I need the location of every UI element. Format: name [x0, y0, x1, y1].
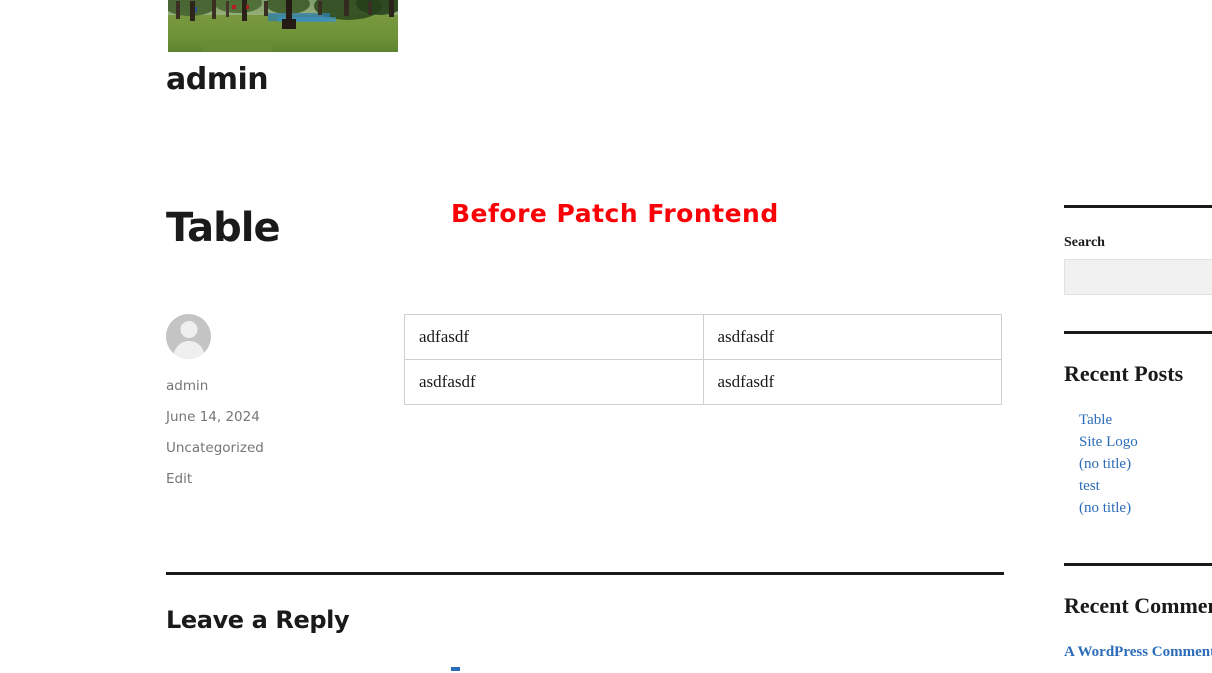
entry-content: adfasdf asdfasdf asdfasdf asdfasdf — [404, 314, 1004, 405]
avatar — [166, 314, 211, 359]
recent-post-link[interactable]: (no title) — [1079, 456, 1131, 472]
recent-posts-list: Table Site Logo (no title) test (no titl… — [1064, 409, 1212, 519]
list-item: Table — [1079, 409, 1212, 431]
recent-comments-list: A WordPress Commenter — [1064, 641, 1212, 663]
leave-a-reply-heading: Leave a Reply — [166, 606, 350, 634]
widget-search: Search — [1064, 205, 1212, 295]
comments-area: Leave a Reply — [166, 572, 1004, 671]
recent-post-link[interactable]: test — [1079, 478, 1100, 494]
park-trees-photo — [168, 0, 398, 52]
main-content: Table admin June 14, 2024 Uncategorized … — [166, 205, 1004, 487]
table-cell: asdfasdf — [702, 314, 1002, 360]
search-input[interactable] — [1064, 259, 1212, 295]
sidebar: Search Recent Posts Table Site Logo (no … — [1064, 205, 1212, 673]
entry-body: admin June 14, 2024 Uncategorized Edit a… — [166, 314, 1004, 487]
table-row: asdfasdf asdfasdf — [404, 359, 1002, 405]
recent-post-link[interactable]: Site Logo — [1079, 434, 1138, 450]
list-item: (no title) — [1079, 453, 1212, 475]
meta-category: Uncategorized — [166, 439, 381, 459]
recent-post-link[interactable]: Table — [1079, 412, 1112, 428]
site-title[interactable]: admin — [166, 62, 269, 98]
table-cell: adfasdf — [404, 314, 704, 360]
recent-comments-title: Recent Comments — [1064, 593, 1212, 618]
list-item: A WordPress Commenter — [1064, 641, 1212, 663]
recent-posts-title: Recent Posts — [1064, 361, 1184, 386]
list-item: (no title) — [1079, 497, 1212, 519]
meta-date: June 14, 2024 — [166, 408, 381, 428]
widget-divider — [1064, 563, 1212, 566]
table-cell: asdfasdf — [702, 359, 1002, 405]
recent-post-link[interactable]: (no title) — [1079, 500, 1131, 516]
search-label: Search — [1064, 235, 1105, 250]
category-link[interactable]: Uncategorized — [166, 440, 264, 456]
widget-divider — [1064, 331, 1212, 334]
cancel-reply-link-clipped[interactable] — [451, 667, 460, 671]
widget-recent-comments: Recent Comments A WordPress Commenter — [1064, 563, 1212, 663]
list-item: test — [1079, 475, 1212, 497]
author-link[interactable]: admin — [166, 378, 208, 394]
page-title: Table — [166, 205, 281, 251]
meta-edit: Edit — [166, 470, 381, 490]
table-cell: asdfasdf — [404, 359, 704, 405]
widget-divider — [1064, 205, 1212, 208]
widget-recent-posts: Recent Posts Table Site Logo (no title) … — [1064, 331, 1212, 519]
comment-author-link[interactable]: A WordPress Commenter — [1064, 644, 1212, 660]
table-row: adfasdf asdfasdf — [404, 314, 1002, 360]
site-header-image — [168, 0, 398, 52]
post-table-body: adfasdf asdfasdf asdfasdf asdfasdf — [404, 314, 1002, 405]
post-table: adfasdf asdfasdf asdfasdf asdfasdf — [404, 314, 1002, 405]
meta-author: admin — [166, 377, 381, 397]
list-item: Site Logo — [1079, 431, 1212, 453]
entry-meta: admin June 14, 2024 Uncategorized Edit — [166, 314, 381, 490]
comments-divider — [166, 572, 1004, 575]
edit-link[interactable]: Edit — [166, 471, 192, 487]
date-link[interactable]: June 14, 2024 — [166, 409, 260, 425]
